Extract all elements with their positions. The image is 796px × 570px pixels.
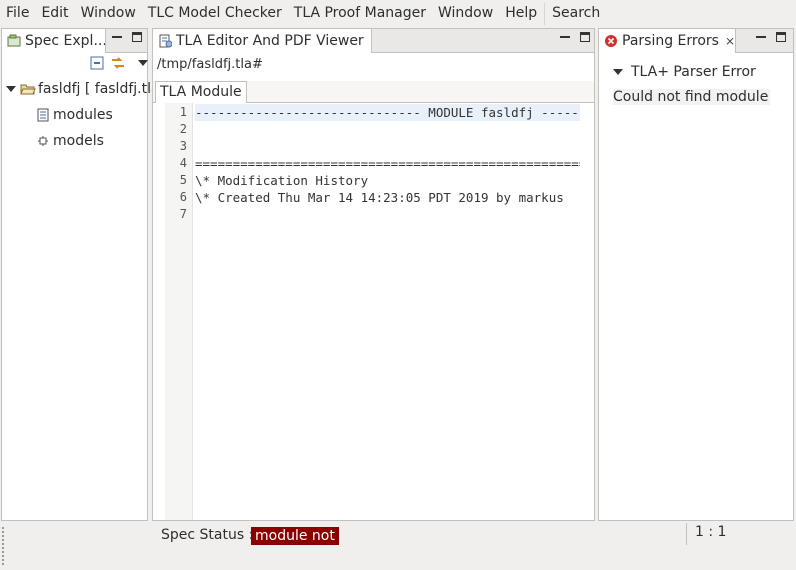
error-icon: [604, 34, 618, 48]
minimize-icon[interactable]: [756, 32, 766, 42]
status-divider: [686, 523, 687, 545]
line-number: 3: [179, 139, 187, 153]
line-number: 1: [179, 105, 187, 119]
code-editor[interactable]: 1 2 3 4 5 6 7 --------------------------…: [165, 103, 580, 520]
view-menu-icon[interactable]: [138, 60, 148, 66]
line-number: 7: [179, 207, 187, 221]
modules-icon: [36, 108, 50, 122]
link-with-editor-icon[interactable]: [110, 56, 126, 70]
spec-status-badge[interactable]: module not f: [251, 527, 339, 545]
parsing-errors-panel: Parsing Errors ⨯ TLA+ Parser Error Could…: [598, 28, 794, 521]
editor-file-icon: [158, 34, 173, 48]
folder-open-icon: [20, 82, 36, 96]
tab-tla-module[interactable]: TLA Module: [155, 81, 247, 103]
menu-separator: [544, 2, 546, 25]
error-group[interactable]: TLA+ Parser Error: [613, 64, 756, 80]
menu-bar: File Edit Window TLC Model Checker TLA P…: [0, 0, 796, 27]
code-line[interactable]: [195, 138, 580, 155]
tree-item-spec[interactable]: fasldfj [ fasldfj.tla: [6, 81, 160, 97]
code-line[interactable]: [195, 206, 580, 223]
collapse-all-icon[interactable]: [90, 56, 104, 70]
expand-toggle-icon[interactable]: [6, 86, 16, 92]
line-number: 2: [179, 122, 187, 136]
editor-tabbar: TLA Editor And PDF Viewer ⨯: [153, 29, 594, 53]
tree-item-models[interactable]: models: [36, 133, 104, 149]
tab-tla-editor[interactable]: TLA Editor And PDF Viewer ⨯: [153, 29, 372, 53]
spec-explorer-icon: [7, 34, 21, 48]
menu-tlc-model-checker[interactable]: TLC Model Checker: [142, 0, 288, 27]
maximize-icon[interactable]: [580, 32, 590, 42]
close-icon[interactable]: ⨯: [725, 34, 735, 48]
tree-item-models-label: models: [53, 133, 104, 149]
code-line[interactable]: ------------------------------ MODULE fa…: [195, 104, 580, 121]
minimize-icon[interactable]: [560, 32, 570, 42]
close-icon[interactable]: ⨯: [370, 34, 371, 48]
line-number: 6: [179, 190, 187, 204]
editor-panel: TLA Editor And PDF Viewer ⨯ /tmp/fasldfj…: [152, 28, 595, 521]
menu-search[interactable]: Search: [546, 0, 606, 27]
tab-parsing-errors-label: Parsing Errors: [622, 33, 719, 49]
models-icon: [36, 134, 50, 148]
menu-file[interactable]: File: [0, 0, 35, 27]
tab-parsing-errors[interactable]: Parsing Errors ⨯: [599, 29, 736, 53]
status-bar-handle[interactable]: [2, 527, 4, 567]
expand-toggle-icon[interactable]: [613, 69, 623, 75]
parsing-errors-tabbar: Parsing Errors ⨯: [599, 29, 793, 53]
tree-item-modules-label: modules: [53, 107, 113, 123]
line-number: 5: [179, 173, 187, 187]
editor-inner-tabbar: TLA Module: [153, 81, 594, 103]
minimize-icon[interactable]: [112, 32, 122, 42]
error-message[interactable]: Could not find module: [613, 89, 771, 105]
spec-explorer-window-controls: [112, 32, 142, 42]
line-number: 4: [179, 156, 187, 170]
menu-tla-proof-manager[interactable]: TLA Proof Manager: [288, 0, 432, 27]
spec-status-label: Spec Status :: [161, 527, 254, 543]
tree-item-modules[interactable]: modules: [36, 107, 113, 123]
line-number-gutter: 1 2 3 4 5 6 7: [165, 103, 193, 520]
tab-tla-editor-label: TLA Editor And PDF Viewer: [176, 33, 364, 49]
code-line[interactable]: ========================================…: [195, 155, 580, 172]
cursor-position: 1 : 1: [695, 524, 727, 540]
code-line[interactable]: \* Created Thu Mar 14 14:23:05 PDT 2019 …: [195, 189, 580, 206]
code-line[interactable]: \* Modification History: [195, 172, 580, 189]
spec-explorer-tabbar: Spec Expl...: [2, 29, 147, 53]
menu-window-2[interactable]: Window: [432, 0, 499, 27]
spec-explorer-panel: Spec Expl... fasldfj [ fasldfj.tla modul…: [1, 28, 160, 521]
maximize-icon[interactable]: [132, 32, 142, 42]
code-line[interactable]: [195, 121, 580, 138]
tab-spec-explorer[interactable]: Spec Expl...: [2, 29, 106, 53]
menu-edit[interactable]: Edit: [35, 0, 74, 27]
maximize-icon[interactable]: [776, 32, 786, 42]
menu-window[interactable]: Window: [75, 0, 142, 27]
editor-window-controls: [560, 32, 590, 42]
error-group-label: TLA+ Parser Error: [631, 64, 756, 80]
tree-item-spec-label: fasldfj [ fasldfj.tla: [38, 81, 160, 97]
parsing-errors-window-controls: [756, 32, 786, 42]
tab-spec-explorer-label: Spec Expl...: [25, 33, 106, 49]
spec-explorer-toolbar: [90, 56, 148, 70]
menu-help[interactable]: Help: [499, 0, 543, 27]
file-path: /tmp/fasldfj.tla#: [157, 57, 263, 72]
status-bar: Spec Status : module not f 1 : 1: [0, 521, 796, 570]
